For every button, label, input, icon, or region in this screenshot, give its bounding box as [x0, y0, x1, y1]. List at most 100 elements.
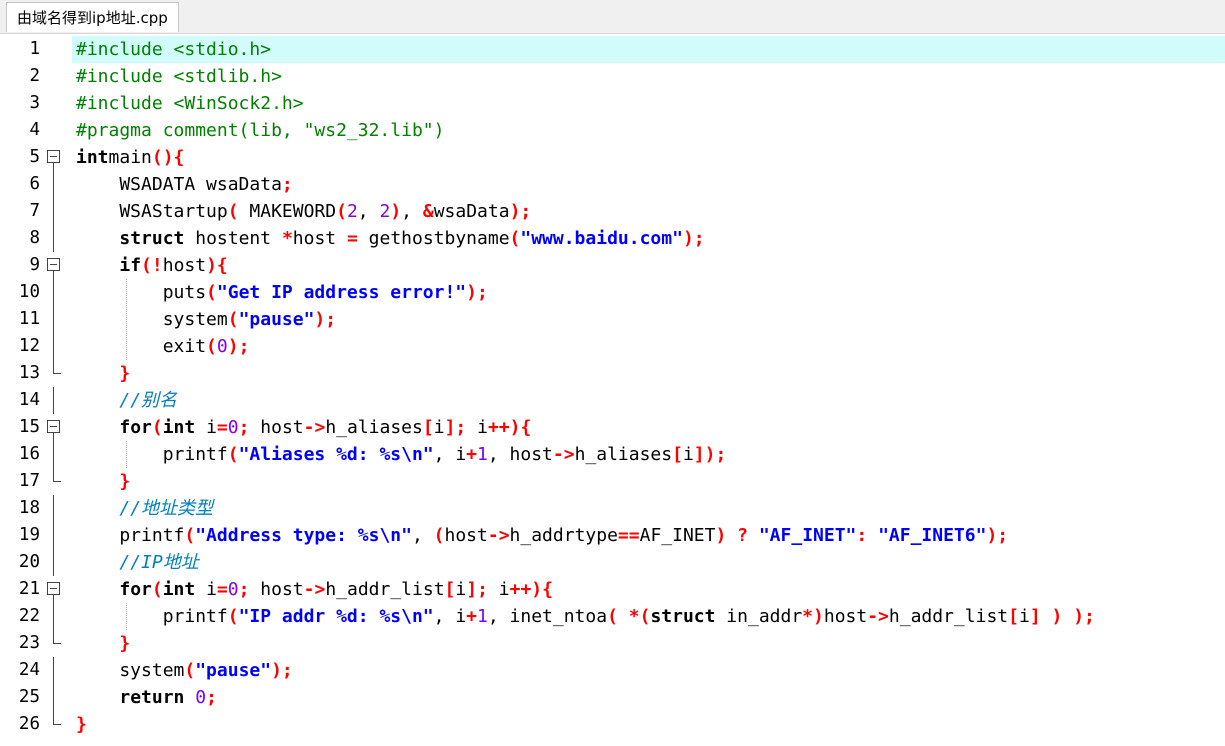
code-text[interactable]: for(int i=0; host->h_addr_list[i]; i++){ — [72, 576, 1225, 603]
code-text[interactable]: printf("Aliases %d: %s\n", i+1, host->h_… — [72, 441, 1225, 468]
code-line[interactable]: 11 system("pause"); — [0, 306, 1225, 333]
fold-guide-line — [47, 495, 69, 522]
fold-guide-line — [47, 171, 69, 198]
line-number: 9 — [29, 255, 40, 275]
code-text[interactable]: struct hostent *host = gethostbyname("ww… — [72, 225, 1225, 252]
fold-guide-line — [47, 306, 69, 333]
code-text[interactable]: } — [72, 711, 1225, 738]
code-token: ] — [1029, 606, 1041, 627]
code-text[interactable]: if(!host){ — [72, 252, 1225, 279]
code-token: "IP addr %d: %s\n" — [238, 606, 434, 627]
code-line[interactable]: 23 } — [0, 630, 1225, 657]
code-text[interactable]: } — [72, 630, 1225, 657]
code-token: & — [422, 201, 434, 222]
code-text[interactable]: puts("Get IP address error!"); — [72, 279, 1225, 306]
fold-collapse-icon[interactable] — [47, 414, 69, 441]
code-text[interactable]: //IP地址 — [72, 549, 1225, 576]
fold-guide-line — [47, 684, 69, 711]
code-line[interactable]: 4 #pragma comment(lib, "ws2_32.lib") — [0, 117, 1225, 144]
code-text[interactable]: } — [72, 468, 1225, 495]
code-token: *) — [802, 606, 824, 627]
code-token: ]); — [693, 444, 727, 465]
code-line[interactable]: 20 //IP地址 — [0, 549, 1225, 576]
code-token: -> — [303, 417, 326, 438]
fold-collapse-icon[interactable] — [47, 576, 69, 603]
code-line[interactable]: 8 struct hostent *host = gethostbyname("… — [0, 225, 1225, 252]
fold-collapse-icon[interactable] — [47, 144, 69, 171]
code-token: MAKEWORD — [238, 201, 337, 222]
code-line[interactable]: 25 return 0; — [0, 684, 1225, 711]
code-token: ( — [151, 579, 163, 600]
code-token: #include <WinSock2.h> — [76, 93, 304, 114]
code-line[interactable]: 16 printf("Aliases %d: %s\n", i+1, host-… — [0, 441, 1225, 468]
code-line[interactable]: 1 #include <stdio.h> — [0, 36, 1225, 63]
code-line[interactable]: 9 if(!host){ — [0, 252, 1225, 279]
code-line[interactable]: 15 for(int i=0; host->h_aliases[i]; i++)… — [0, 414, 1225, 441]
code-line[interactable]: 13 } — [0, 360, 1225, 387]
code-line[interactable]: 19 printf("Address type: %s\n", (host->h… — [0, 522, 1225, 549]
code-line[interactable]: 12 exit(0); — [0, 333, 1225, 360]
fold-guide-line — [47, 441, 69, 468]
fold-collapse-icon[interactable] — [47, 252, 69, 279]
code-token: ); — [271, 660, 293, 681]
code-token: *( — [628, 606, 651, 627]
code-token: ( — [227, 444, 239, 465]
code-text[interactable]: WSAStartup( MAKEWORD(2, 2), &wsaData); — [72, 198, 1225, 225]
code-editor[interactable]: 1 #include <stdio.h> 2 #include <stdlib.h> 3… — [0, 36, 1225, 746]
code-token: system — [76, 660, 185, 681]
code-text[interactable]: WSADATA wsaData; — [72, 171, 1225, 198]
line-number: 11 — [18, 309, 40, 329]
code-line[interactable]: 7 WSAStartup( MAKEWORD(2, 2), &wsaData); — [0, 198, 1225, 225]
code-token: ) — [390, 201, 402, 222]
code-line[interactable]: 3 #include <WinSock2.h> — [0, 90, 1225, 117]
code-line[interactable]: 6 WSADATA wsaData; — [0, 171, 1225, 198]
tab-file[interactable]: 由域名得到ip地址.cpp — [6, 2, 179, 32]
code-token: 0 — [216, 336, 228, 357]
code-text[interactable]: #include <WinSock2.h> — [72, 90, 1225, 117]
code-text[interactable]: system("pause"); — [72, 306, 1225, 333]
code-text[interactable]: intmain(){ — [72, 144, 1225, 171]
code-token: host — [292, 228, 347, 249]
code-token: (){ — [151, 147, 185, 168]
code-line[interactable]: 5 intmain(){ — [0, 144, 1225, 171]
code-line[interactable]: 18 //地址类型 — [0, 495, 1225, 522]
code-token: = — [216, 579, 228, 600]
code-line[interactable]: 14 //别名 — [0, 387, 1225, 414]
code-text[interactable]: //地址类型 — [72, 495, 1225, 522]
code-line[interactable]: 21 for(int i=0; host->h_addr_list[i]; i+… — [0, 576, 1225, 603]
code-line[interactable]: 22 printf("IP addr %d: %s\n", i+1, inet_… — [0, 603, 1225, 630]
code-line[interactable]: 2 #include <stdlib.h> — [0, 63, 1225, 90]
code-text[interactable]: #pragma comment(lib, "ws2_32.lib") — [72, 117, 1225, 144]
code-token: i — [487, 579, 510, 600]
code-text[interactable]: printf("IP addr %d: %s\n", i+1, inet_nto… — [72, 603, 1225, 630]
code-line[interactable]: 26} — [0, 711, 1225, 738]
code-token: ( — [227, 201, 239, 222]
code-text[interactable]: } — [72, 360, 1225, 387]
code-token: printf — [76, 525, 185, 546]
code-token: ( — [227, 309, 239, 330]
code-token: i — [195, 579, 217, 600]
code-text[interactable]: #include <stdlib.h> — [72, 63, 1225, 90]
code-text[interactable]: exit(0); — [72, 333, 1225, 360]
code-token: int — [76, 147, 109, 168]
code-token: printf — [76, 444, 228, 465]
line-number: 24 — [18, 660, 40, 680]
code-line[interactable]: 24 system("pause"); — [0, 657, 1225, 684]
code-line[interactable]: 10 puts("Get IP address error!"); — [0, 279, 1225, 306]
code-text[interactable]: printf("Address type: %s\n", (host->h_ad… — [72, 522, 1225, 549]
code-text[interactable]: for(int i=0; host->h_aliases[i]; i++){ — [72, 414, 1225, 441]
code-token: ++){ — [509, 579, 553, 600]
fold-end-marker — [47, 711, 69, 738]
code-token: hostent — [184, 228, 282, 249]
code-token: } — [119, 471, 131, 492]
code-token: exit — [76, 336, 207, 357]
code-token: ( — [433, 525, 445, 546]
code-line[interactable]: 17 } — [0, 468, 1225, 495]
code-text[interactable]: #include <stdio.h> — [72, 36, 1225, 63]
code-text[interactable]: return 0; — [72, 684, 1225, 711]
code-text[interactable]: system("pause"); — [72, 657, 1225, 684]
line-number: 21 — [18, 579, 40, 599]
code-text[interactable]: //别名 — [72, 387, 1225, 414]
